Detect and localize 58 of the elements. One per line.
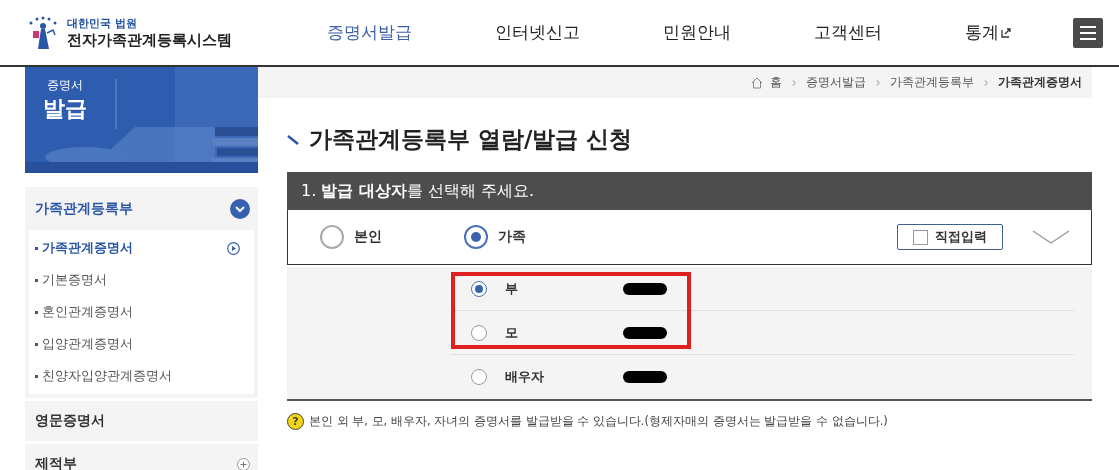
breadcrumb-link[interactable]: 가족관계증명서	[998, 74, 1082, 91]
play-circle-icon	[227, 241, 240, 255]
breadcrumb-link[interactable]: 증명서발급	[806, 74, 866, 91]
step-heading: 1. 발급 대상자를 선택해 주세요.	[287, 172, 1092, 210]
sidebar-group[interactable]: 제적부	[25, 441, 258, 470]
nav-item[interactable]: 고객센터	[814, 21, 883, 44]
sidebar-item-label: 기본증명서	[42, 271, 107, 289]
external-link-icon	[1001, 27, 1012, 38]
direct-input-button[interactable]: 직접입력	[897, 224, 1003, 250]
family-label: 모	[505, 323, 519, 342]
target-option[interactable]: 본인	[320, 225, 464, 249]
bullet-icon	[35, 246, 38, 250]
sidebar-group-label: 영문증명서	[35, 412, 105, 430]
nav-item[interactable]: 인터넷신고	[494, 21, 580, 44]
target-option[interactable]: 가족	[464, 225, 608, 249]
logo-title[interactable]: 전자가족관계등록시스템	[67, 30, 232, 50]
sidebar-item-label: 친양자입양관계증명서	[42, 367, 172, 385]
page-title: 가족관계등록부 열람/발급 신청	[309, 125, 633, 154]
sidebar-item-label: 입양관계증명서	[42, 335, 133, 353]
sidebar-item[interactable]: 가족관계증명서	[29, 232, 254, 264]
radio-button[interactable]	[464, 225, 488, 249]
radio-button[interactable]	[471, 324, 487, 341]
title-accent-icon	[287, 134, 299, 145]
sidebar-item-label: 가족관계증명서	[42, 239, 133, 257]
radio-button[interactable]	[471, 280, 487, 297]
nav-item[interactable]: 증명서발급	[326, 21, 412, 44]
nav-item[interactable]: 통계	[965, 21, 1012, 44]
note-text: 본인 외 부, 모, 배우자, 자녀의 증명서를 발급받을 수 있습니다.(형제자매의 증명서는 발급받을 수 없습니다.)	[309, 414, 888, 429]
sidebar-group[interactable]: 가족관계등록부	[25, 187, 258, 230]
menu-icon	[1080, 25, 1096, 40]
home-icon	[751, 76, 763, 89]
chevron-down-icon	[230, 198, 250, 219]
bullet-icon	[35, 310, 38, 314]
help-icon: ?	[287, 413, 304, 430]
sidebar-item[interactable]: 친양자입양관계증명서	[29, 360, 254, 392]
breadcrumb-link[interactable]: 가족관계등록부	[890, 74, 974, 91]
bullet-icon	[35, 374, 38, 378]
banner-title: 증명서	[47, 77, 83, 94]
chevron-icon[interactable]	[1031, 228, 1071, 246]
nav-item[interactable]: 민원안내	[662, 21, 731, 44]
radio-button[interactable]	[320, 225, 344, 249]
bullet-icon	[35, 342, 38, 346]
menu-button[interactable]	[1073, 17, 1103, 48]
sidebar-group[interactable]: 영문증명서	[25, 398, 258, 441]
sidebar-item[interactable]: 입양관계증명서	[29, 328, 254, 360]
banner-title: 발급	[43, 95, 87, 123]
sidebar-item-label: 혼인관계증명서	[42, 303, 133, 321]
checkbox[interactable]	[913, 229, 928, 245]
bullet-icon	[35, 278, 38, 282]
breadcrumb-link[interactable]: 홈	[770, 74, 782, 91]
sidebar-item[interactable]: 혼인관계증명서	[29, 296, 254, 328]
family-label: 부	[505, 279, 519, 298]
sidebar-group-label: 가족관계등록부	[35, 199, 133, 218]
sidebar-item[interactable]: 기본증명서	[29, 264, 254, 296]
sidebar-group-label: 제적부	[35, 455, 77, 470]
family-label: 배우자	[505, 368, 545, 386]
logo-subtitle: 대한민국 법원	[67, 15, 138, 31]
radio-button[interactable]	[471, 369, 487, 385]
